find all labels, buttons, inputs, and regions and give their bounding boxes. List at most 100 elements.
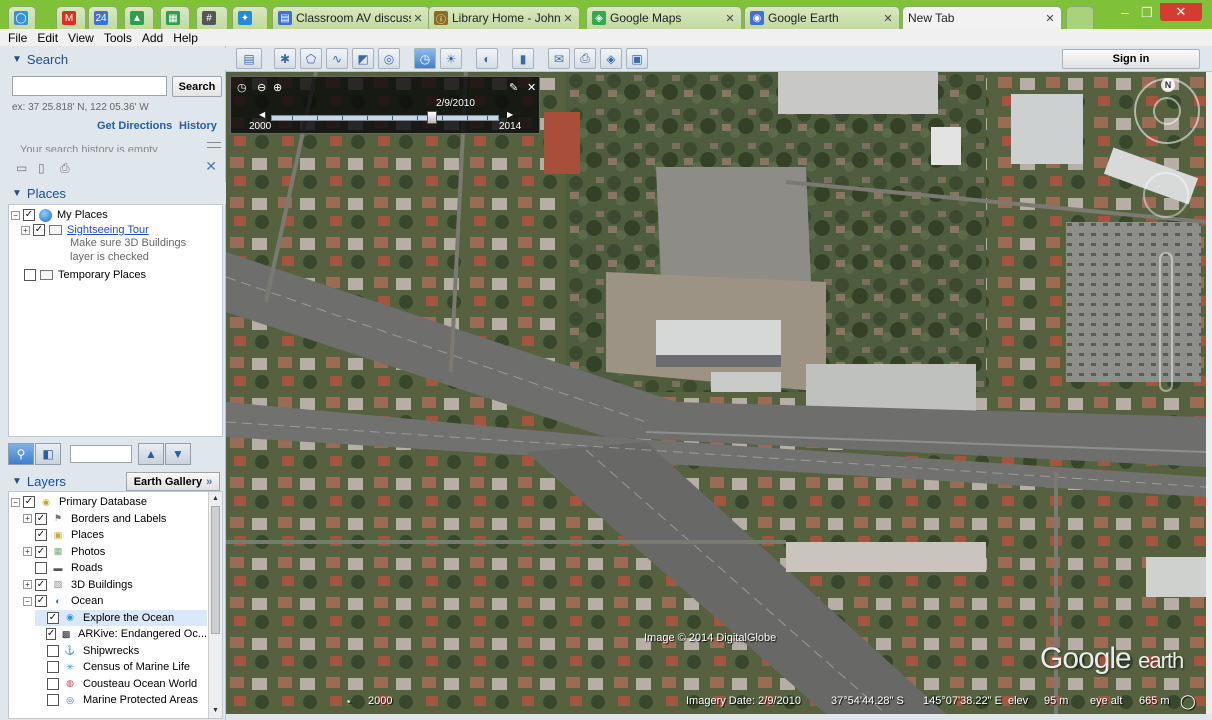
north-indicator[interactable]: N bbox=[1161, 78, 1175, 92]
search-button[interactable]: Search bbox=[172, 76, 222, 97]
expand-icon[interactable]: + bbox=[23, 514, 32, 523]
email-icon[interactable]: ✉ bbox=[548, 48, 570, 69]
layer-row[interactable]: − ✓ ◉ Primary Database bbox=[11, 494, 207, 510]
image-overlay-icon[interactable]: ◩ bbox=[352, 48, 374, 69]
browser-tab[interactable]: ◯ bbox=[8, 6, 36, 29]
layer-row[interactable]: ▬ Roads bbox=[23, 560, 207, 576]
layer-checkbox[interactable] bbox=[35, 562, 47, 574]
browser-tab[interactable]: ▤ Classroom AV discussi ✕ bbox=[272, 6, 430, 29]
slider-thumb[interactable] bbox=[427, 111, 437, 124]
expand-icon[interactable]: + bbox=[23, 580, 32, 589]
move-joystick[interactable] bbox=[1143, 172, 1189, 218]
layer-row[interactable]: ⚓ Shipwrecks bbox=[35, 643, 207, 659]
places-section-header[interactable]: ▼ Places bbox=[0, 182, 226, 204]
close-slider-icon[interactable]: ✕ bbox=[527, 81, 536, 94]
browser-tab[interactable]: New Tab ✕ bbox=[902, 6, 1062, 29]
layer-checkbox[interactable]: ✓ bbox=[35, 512, 47, 525]
checkbox-sightseeing[interactable]: ✓ bbox=[33, 224, 45, 236]
menu-item-edit[interactable]: Edit bbox=[37, 31, 58, 45]
menu-item-tools[interactable]: Tools bbox=[104, 31, 132, 45]
layer-row[interactable]: ◍ Cousteau Ocean World bbox=[35, 676, 207, 692]
places-filter-input[interactable] bbox=[70, 445, 132, 463]
layer-row[interactable]: ✓ ◉ Explore the Ocean bbox=[35, 609, 207, 626]
checkbox-my-places[interactable]: ✓ bbox=[23, 209, 35, 221]
wrench-icon[interactable]: ✎ bbox=[509, 81, 518, 94]
add-polygon-icon[interactable]: ⬠ bbox=[300, 48, 322, 69]
close-window-button[interactable]: ✕ bbox=[1160, 3, 1202, 21]
browser-tab[interactable]: ◈ Google Maps ✕ bbox=[586, 6, 742, 29]
map-view[interactable]: ◷ ⊖ ⊕ ✎ ✕ 2/9/2010 ◀ ▶ 2000 2014 N Image… bbox=[226, 72, 1206, 714]
sunlight-icon[interactable]: ☀ bbox=[440, 48, 462, 69]
panel-splitter[interactable] bbox=[207, 142, 221, 148]
scroll-thumb[interactable] bbox=[211, 506, 220, 634]
clock-icon[interactable]: ◷ bbox=[237, 81, 247, 94]
record-tour-icon[interactable]: ◎ bbox=[378, 48, 400, 69]
add-path-icon[interactable]: ∿ bbox=[326, 48, 348, 69]
history-link[interactable]: History bbox=[179, 120, 217, 132]
layer-checkbox[interactable]: ✓ bbox=[23, 496, 35, 508]
expand-icon[interactable]: + bbox=[21, 225, 30, 235]
tab-close-icon[interactable]: ✕ bbox=[561, 12, 575, 25]
browser-tab[interactable]: ▲ bbox=[124, 6, 154, 29]
collapse-icon[interactable]: − bbox=[11, 210, 20, 220]
sightseeing-tour-link[interactable]: Sightseeing Tour bbox=[67, 224, 149, 236]
copy-icon[interactable]: ▯ bbox=[38, 161, 60, 175]
move-down-button[interactable]: ▼ bbox=[165, 443, 191, 465]
layer-row[interactable]: ✓ ▩ ARKive: Endangered Oc... bbox=[35, 626, 207, 642]
layers-header-toggle[interactable]: ▼ Layers bbox=[0, 470, 120, 492]
tree-row-temporary-places[interactable]: Temporary Places bbox=[24, 267, 146, 283]
layer-row[interactable]: − ✓ ◐ Ocean bbox=[23, 593, 207, 609]
sidebar-toggle-icon[interactable]: ▤ bbox=[236, 48, 262, 69]
tab-close-icon[interactable]: ✕ bbox=[411, 12, 425, 25]
add-placemark-icon[interactable]: ✱ bbox=[274, 48, 296, 69]
layer-checkbox[interactable]: ✓ bbox=[35, 595, 47, 607]
expand-icon[interactable]: + bbox=[23, 547, 32, 556]
tab-close-icon[interactable]: ✕ bbox=[881, 12, 895, 25]
layer-checkbox[interactable]: ✓ bbox=[35, 529, 47, 541]
slider-track[interactable] bbox=[271, 115, 499, 121]
layer-row[interactable]: + ✓ ▦ Photos bbox=[23, 544, 207, 560]
tab-close-icon[interactable]: ✕ bbox=[723, 12, 737, 25]
tab-close-icon[interactable]: ✕ bbox=[1043, 12, 1057, 25]
layer-row[interactable]: ✳ Census of Marine Life bbox=[35, 659, 207, 675]
browser-tab[interactable]: 24 bbox=[88, 6, 118, 29]
earth-gallery-button[interactable]: Earth Gallery » bbox=[126, 472, 220, 491]
menu-item-file[interactable]: File bbox=[8, 31, 27, 45]
menu-item-help[interactable]: Help bbox=[173, 31, 198, 45]
print-icon[interactable]: ⎙ bbox=[60, 161, 82, 176]
browser-tab[interactable]: ⓘ Library Home - John M✕ bbox=[428, 6, 580, 29]
search-places-button[interactable]: ⚲ bbox=[8, 443, 34, 465]
layer-row[interactable]: ◎ Marine Protected Areas bbox=[35, 692, 207, 708]
print-icon[interactable]: ⎙ bbox=[574, 48, 596, 69]
layer-row[interactable]: + ✓ ▧ 3D Buildings bbox=[23, 577, 207, 593]
collapse-icon[interactable]: − bbox=[23, 596, 32, 606]
browser-tab[interactable]: # bbox=[196, 6, 228, 29]
planets-icon[interactable]: ◐ bbox=[476, 48, 498, 69]
browser-tab[interactable]: ◉ Google Earth ✕ bbox=[744, 6, 900, 29]
tree-row-sightseeing-tour[interactable]: + ✓ Sightseeing Tour bbox=[21, 222, 149, 238]
browser-tab[interactable]: ✦ bbox=[232, 6, 268, 29]
layers-scrollbar[interactable]: ▲ ▼ bbox=[208, 492, 222, 718]
layer-checkbox[interactable]: ✓ bbox=[35, 578, 47, 591]
historical-imagery-icon[interactable]: ◷ bbox=[414, 48, 436, 69]
clear-search-icon[interactable]: ✕ bbox=[205, 158, 217, 175]
layer-checkbox[interactable]: ✓ bbox=[45, 628, 57, 640]
layer-checkbox[interactable] bbox=[47, 661, 59, 673]
scroll-up-icon[interactable]: ▲ bbox=[209, 493, 222, 505]
layer-checkbox[interactable] bbox=[47, 644, 59, 657]
move-up-button[interactable]: ▲ bbox=[138, 443, 164, 465]
look-joystick[interactable] bbox=[1153, 97, 1181, 125]
compass-ring[interactable]: N bbox=[1134, 78, 1200, 144]
save-image-icon[interactable]: ▣ bbox=[626, 48, 648, 69]
checkbox-temporary[interactable] bbox=[24, 269, 36, 281]
layer-row[interactable]: ✓ ▣ Places bbox=[23, 527, 207, 543]
search-input[interactable] bbox=[12, 76, 167, 96]
tree-row-my-places[interactable]: − ✓ My Places bbox=[11, 207, 108, 223]
sign-in-button[interactable]: Sign in bbox=[1062, 49, 1200, 69]
zoom-slider[interactable] bbox=[1159, 252, 1173, 392]
folder-icon[interactable]: ▭ bbox=[16, 161, 38, 175]
restore-button[interactable]: ❐ bbox=[1134, 4, 1160, 22]
toggle-panel-button[interactable]: ◧ bbox=[35, 443, 61, 465]
zoom-in-icon[interactable]: ⊕ bbox=[273, 81, 282, 94]
ruler-icon[interactable]: ▮ bbox=[512, 48, 534, 69]
